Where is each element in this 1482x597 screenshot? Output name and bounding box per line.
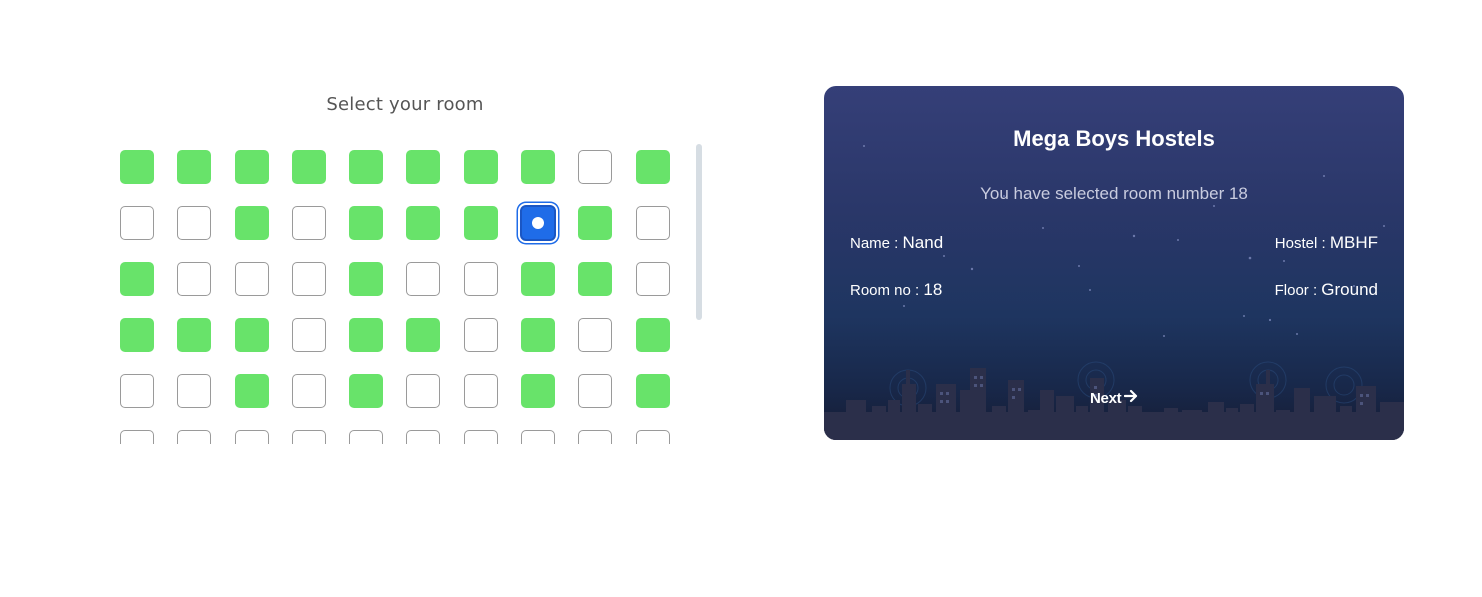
room-seat-available[interactable] — [578, 430, 613, 444]
selected-room-message: You have selected room number 18 — [980, 184, 1248, 203]
floor-field: Floor : Ground — [1275, 280, 1378, 300]
room-seat-occupied[interactable] — [349, 262, 384, 296]
hostel-value: MBHF — [1329, 233, 1378, 252]
room-seat-available[interactable] — [120, 206, 154, 240]
room-seat-occupied[interactable] — [349, 318, 384, 352]
room-seat-occupied[interactable] — [406, 318, 441, 352]
room-seat-available[interactable] — [291, 318, 326, 352]
room-seat-selected[interactable] — [520, 205, 557, 241]
room-seat-available[interactable] — [177, 430, 212, 444]
room-seat-occupied[interactable] — [635, 318, 670, 352]
room-seat-occupied[interactable] — [177, 318, 212, 352]
room-seat-occupied[interactable] — [349, 374, 384, 408]
name-value: Nand — [902, 233, 944, 252]
room-seat-available[interactable] — [635, 262, 670, 296]
room-seat-occupied[interactable] — [234, 206, 269, 240]
hostel-name-heading: Mega Boys Hostels — [1013, 126, 1215, 151]
room-seat-occupied[interactable] — [406, 206, 441, 240]
room-seat-occupied[interactable] — [521, 262, 556, 296]
room-seat-occupied[interactable] — [234, 150, 269, 184]
room-seat-available[interactable] — [578, 318, 613, 352]
room-seat-available[interactable] — [177, 374, 212, 408]
room-seat-available[interactable] — [463, 430, 498, 444]
room-selection-title: Select your room — [326, 94, 484, 115]
room-seat-occupied[interactable] — [234, 318, 269, 352]
room-value: 18 — [923, 280, 943, 299]
room-seat-occupied[interactable] — [120, 318, 154, 352]
room-seat-occupied[interactable] — [177, 150, 212, 184]
room-seat-occupied[interactable] — [635, 150, 670, 184]
room-seat-occupied[interactable] — [635, 374, 670, 408]
room-seat-occupied[interactable] — [463, 206, 498, 240]
room-seat-available[interactable] — [406, 374, 441, 408]
room-seat-occupied[interactable] — [578, 262, 613, 296]
room-number-field: Room no : 18 — [850, 280, 942, 300]
room-seat-occupied[interactable] — [349, 206, 384, 240]
room-seat-available[interactable] — [349, 430, 384, 444]
room-seat-available[interactable] — [177, 206, 212, 240]
room-seat-available[interactable] — [578, 374, 613, 408]
room-seat-available[interactable] — [578, 150, 613, 184]
name-label: Name : — [850, 235, 903, 252]
hostel-label: Hostel : — [1274, 235, 1330, 252]
room-seat-available[interactable] — [234, 430, 269, 444]
room-seat-occupied[interactable] — [578, 206, 613, 240]
room-seat-occupied[interactable] — [521, 318, 556, 352]
room-seat-available[interactable] — [635, 430, 670, 444]
room-seat-available[interactable] — [120, 430, 154, 444]
room-seat-occupied[interactable] — [234, 374, 269, 408]
room-grid-scrollbar[interactable] — [696, 144, 702, 320]
student-name-field: Name : Nand — [850, 233, 943, 253]
room-seat-available[interactable] — [291, 262, 326, 296]
room-seat-occupied[interactable] — [406, 150, 441, 184]
room-seat-occupied[interactable] — [291, 150, 326, 184]
room-seat-available[interactable] — [635, 206, 670, 240]
room-seat-occupied[interactable] — [521, 150, 556, 184]
room-seat-available[interactable] — [463, 318, 498, 352]
room-seat-occupied[interactable] — [120, 262, 154, 296]
room-seat-available[interactable] — [291, 206, 326, 240]
room-seat-available[interactable] — [521, 430, 556, 444]
room-label: Room no : — [850, 282, 924, 299]
room-seat-available[interactable] — [120, 374, 154, 408]
room-seat-available[interactable] — [406, 430, 441, 444]
room-seat-available[interactable] — [463, 374, 498, 408]
room-grid — [120, 150, 670, 444]
next-label: Next — [1090, 389, 1122, 407]
room-seat-available[interactable] — [291, 430, 326, 444]
hostel-code-field: Hostel : MBHF — [1275, 233, 1378, 253]
room-seat-available[interactable] — [291, 374, 326, 408]
room-seat-occupied[interactable] — [463, 150, 498, 184]
arrow-right-icon — [1124, 389, 1138, 407]
hostel-summary-card: Mega Boys Hostels You have selected room… — [824, 86, 1404, 440]
room-seat-available[interactable] — [406, 262, 441, 296]
floor-label: Floor : — [1274, 282, 1322, 299]
room-selection-panel: Select your room — [100, 80, 710, 450]
room-seat-occupied[interactable] — [349, 150, 384, 184]
room-seat-occupied[interactable] — [521, 374, 556, 408]
room-seat-occupied[interactable] — [120, 150, 154, 184]
room-seat-available[interactable] — [177, 262, 212, 296]
next-button[interactable]: Next — [1090, 389, 1138, 407]
room-seat-available[interactable] — [234, 262, 269, 296]
city-skyline-decoration — [824, 361, 1404, 440]
floor-value: Ground — [1321, 280, 1378, 299]
room-seat-available[interactable] — [463, 262, 498, 296]
room-grid-scroll-area[interactable] — [100, 142, 710, 444]
